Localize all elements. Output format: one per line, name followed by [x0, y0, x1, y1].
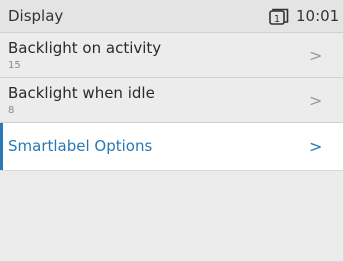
chevron-right-icon: > [309, 91, 323, 110]
menu-item-backlight-on-activity[interactable]: Backlight on activity 15 > [0, 33, 343, 78]
line-number: 1 [274, 14, 280, 25]
screen-title: Display [8, 7, 64, 25]
chevron-right-icon: > [309, 137, 323, 156]
chevron-right-icon: > [309, 46, 323, 65]
settings-list: Backlight on activity 15 > Backlight whe… [0, 33, 343, 171]
status-bar: Display 1 10:01 [0, 0, 343, 33]
phone-line-icon: 1 [268, 8, 290, 26]
clock-time: 10:01 [296, 7, 340, 25]
menu-item-label: Smartlabel Options [8, 137, 153, 155]
menu-item-smartlabel-options[interactable]: Smartlabel Options > [0, 123, 343, 171]
menu-item-label: Backlight on activity [8, 39, 162, 57]
menu-item-value: 15 [8, 60, 21, 71]
menu-item-label: Backlight when idle [8, 84, 155, 102]
menu-item-value: 8 [8, 105, 15, 116]
phone-display-screen: Display 1 10:01 Backlight on activity 15… [0, 0, 344, 262]
menu-item-backlight-when-idle[interactable]: Backlight when idle 8 > [0, 78, 343, 123]
